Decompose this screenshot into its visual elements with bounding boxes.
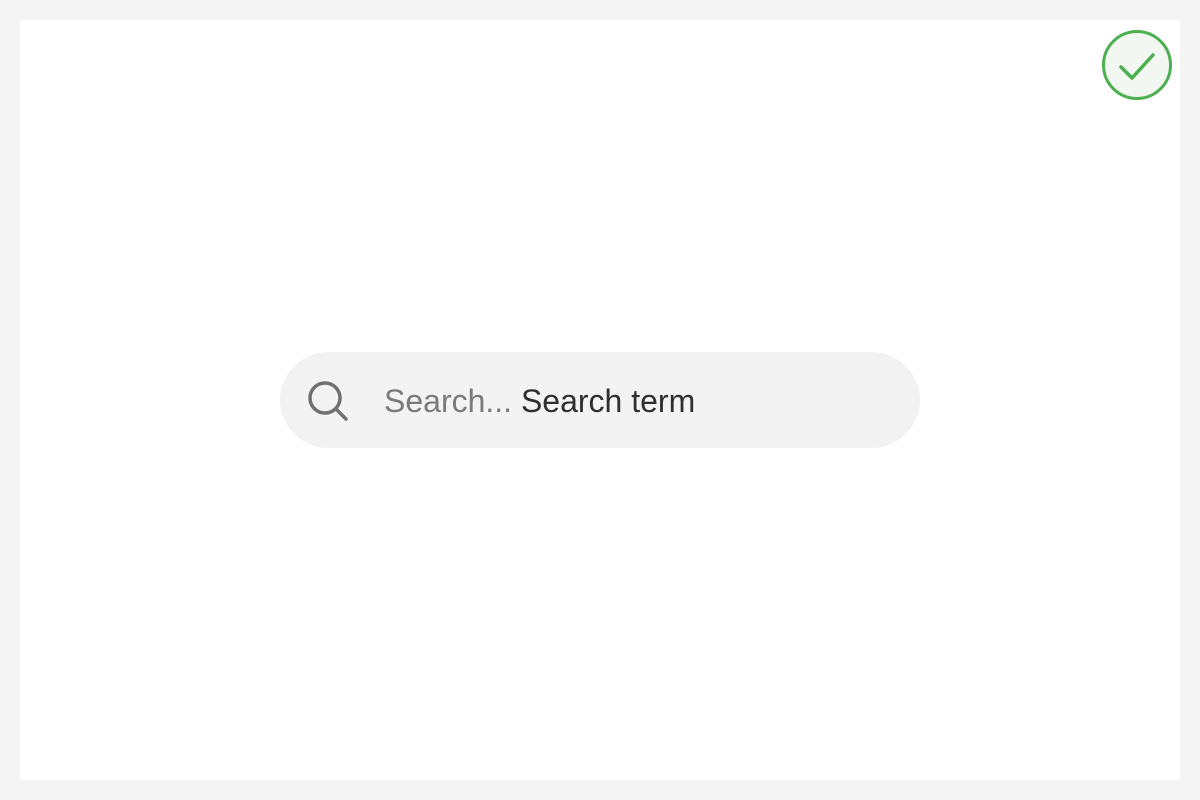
search-placeholder: Search... (384, 383, 513, 419)
check-circle-icon (1102, 30, 1172, 100)
search-input[interactable]: Search... Search term (384, 378, 695, 424)
search-value: Search term (520, 383, 696, 419)
search-icon (306, 379, 350, 423)
